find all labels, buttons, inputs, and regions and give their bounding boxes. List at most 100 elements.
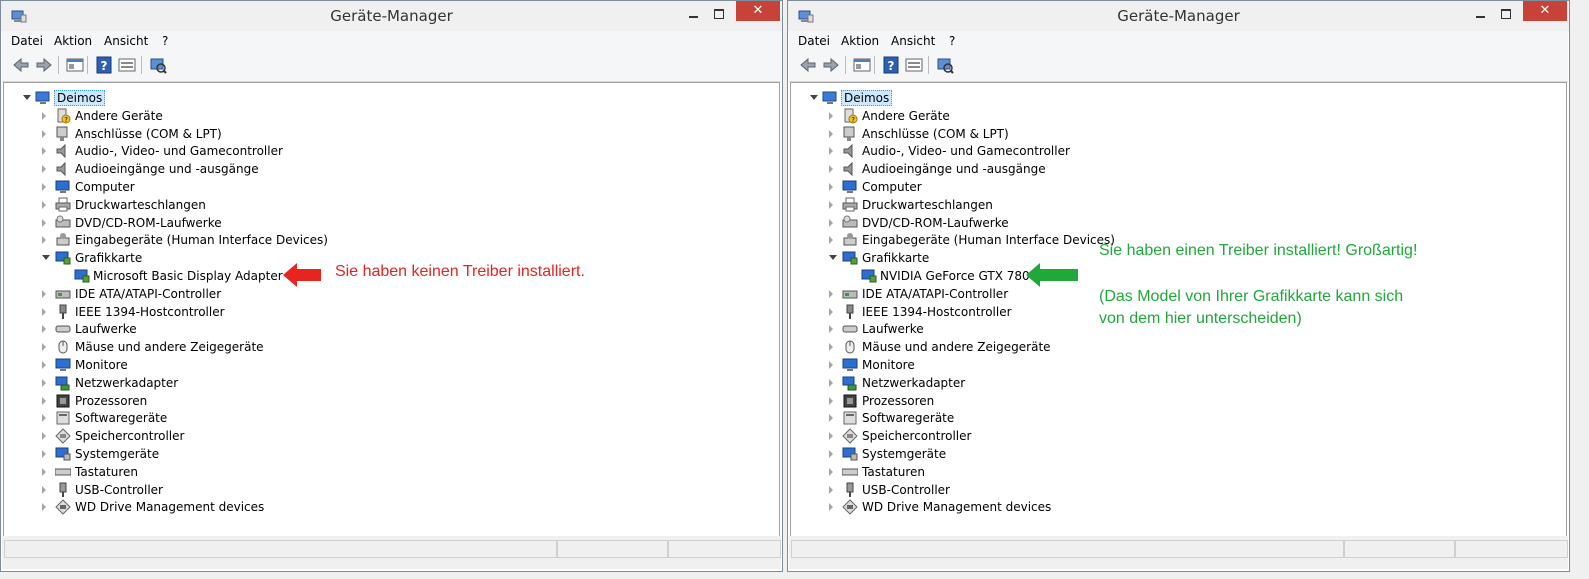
- tree-category[interactable]: Systemgeräte: [791, 445, 1191, 463]
- menu-help[interactable]: ?: [949, 34, 955, 48]
- expand-arrow[interactable]: [829, 147, 833, 156]
- expand-arrow[interactable]: [829, 503, 833, 512]
- scan-hardware-button[interactable]: [936, 56, 954, 74]
- expand-arrow[interactable]: [42, 378, 46, 387]
- minimize-button[interactable]: [680, 4, 706, 24]
- expand-arrow[interactable]: [42, 343, 46, 352]
- expand-arrow[interactable]: [42, 307, 46, 316]
- expand-arrow[interactable]: [42, 450, 46, 458]
- expand-arrow[interactable]: [42, 396, 46, 405]
- tree-category[interactable]: Computer: [4, 178, 404, 196]
- tree-category[interactable]: Mäuse und andere Zeigegeräte: [791, 338, 1191, 356]
- expand-arrow[interactable]: [42, 289, 46, 298]
- tree-category[interactable]: Anschlüsse (COM & LPT): [4, 125, 404, 143]
- close-button[interactable]: ✕: [736, 1, 780, 21]
- tree-category[interactable]: Systemgeräte: [4, 445, 404, 463]
- expand-arrow[interactable]: [829, 450, 833, 458]
- menu-aktion[interactable]: Aktion: [841, 34, 879, 48]
- tree-category[interactable]: Monitore: [4, 356, 404, 374]
- expand-arrow[interactable]: [42, 129, 46, 138]
- expand-arrow[interactable]: [829, 236, 833, 245]
- tree-category[interactable]: Anschlüsse (COM & LPT): [791, 125, 1191, 143]
- menu-ansicht[interactable]: Ansicht: [891, 34, 935, 48]
- tree-category[interactable]: Softwaregeräte: [791, 409, 1191, 427]
- expand-arrow[interactable]: [829, 129, 833, 138]
- expand-arrow[interactable]: [829, 325, 833, 334]
- tree-category[interactable]: Speichercontroller: [791, 427, 1191, 445]
- tree-category[interactable]: WD Drive Management devices: [4, 498, 404, 516]
- expand-arrow[interactable]: [42, 361, 46, 369]
- tree-category[interactable]: DVD/CD-ROM-Laufwerke: [791, 214, 1191, 232]
- tree-category[interactable]: IEEE 1394-Hostcontroller: [4, 303, 404, 321]
- back-button[interactable]: [12, 56, 30, 74]
- expand-arrow[interactable]: [829, 378, 833, 387]
- tree-category[interactable]: Audio-, Video- und Gamecontroller: [4, 142, 404, 160]
- tree-category[interactable]: Druckwarteschlangen: [4, 196, 404, 214]
- tree-category[interactable]: Netzwerkadapter: [791, 374, 1191, 392]
- tree-category[interactable]: Speichercontroller: [4, 427, 404, 445]
- expand-arrow[interactable]: [829, 485, 833, 494]
- expand-arrow[interactable]: [42, 218, 46, 227]
- tree-category[interactable]: Computer: [791, 178, 1191, 196]
- tree-category[interactable]: DVD/CD-ROM-Laufwerke: [4, 214, 404, 232]
- collapse-arrow[interactable]: [42, 255, 50, 261]
- expand-arrow[interactable]: [829, 218, 833, 227]
- back-button[interactable]: [799, 56, 817, 74]
- properties-button[interactable]: [66, 56, 84, 74]
- tree-category[interactable]: Tastaturen: [791, 463, 1191, 481]
- expand-arrow[interactable]: [23, 95, 31, 100]
- menu-ansicht[interactable]: Ansicht: [104, 34, 148, 48]
- maximize-button[interactable]: [706, 4, 732, 24]
- expand-arrow[interactable]: [829, 183, 833, 191]
- tree-category[interactable]: Monitore: [791, 356, 1191, 374]
- properties-button[interactable]: [853, 56, 871, 74]
- expand-arrow[interactable]: [42, 503, 46, 512]
- minimize-button[interactable]: [1467, 4, 1493, 24]
- tree-category[interactable]: Audioeingänge und -ausgänge: [791, 160, 1191, 178]
- expand-arrow[interactable]: [829, 396, 833, 405]
- tree-category[interactable]: WD Drive Management devices: [791, 498, 1191, 516]
- tree-category[interactable]: Prozessoren: [4, 392, 404, 410]
- expand-arrow[interactable]: [829, 200, 833, 209]
- maximize-button[interactable]: [1493, 4, 1519, 24]
- tree-category[interactable]: IDE ATA/ATAPI-Controller: [4, 285, 404, 303]
- expand-arrow[interactable]: [42, 467, 46, 476]
- expand-arrow[interactable]: [829, 361, 833, 369]
- expand-arrow[interactable]: [829, 432, 833, 441]
- expand-arrow[interactable]: [42, 325, 46, 334]
- view-button[interactable]: [905, 56, 923, 74]
- expand-arrow[interactable]: [42, 432, 46, 441]
- tree-category[interactable]: Laufwerke: [4, 320, 404, 338]
- expand-arrow[interactable]: [829, 111, 833, 120]
- tree-category[interactable]: USB-Controller: [4, 481, 404, 499]
- tree-category[interactable]: Audio-, Video- und Gamecontroller: [791, 142, 1191, 160]
- expand-arrow[interactable]: [42, 236, 46, 245]
- expand-arrow[interactable]: [810, 95, 818, 100]
- expand-arrow[interactable]: [829, 414, 833, 423]
- view-button[interactable]: [118, 56, 136, 74]
- help-button[interactable]: ?: [95, 56, 113, 74]
- expand-arrow[interactable]: [42, 485, 46, 494]
- tree-category[interactable]: Eingabegeräte (Human Interface Devices): [4, 231, 404, 249]
- tree-category[interactable]: Netzwerkadapter: [4, 374, 404, 392]
- expand-arrow[interactable]: [42, 183, 46, 191]
- tree-category[interactable]: ? Andere Geräte: [791, 107, 1191, 125]
- forward-button[interactable]: [822, 56, 840, 74]
- menu-help[interactable]: ?: [162, 34, 168, 48]
- menu-datei[interactable]: Datei: [11, 34, 43, 48]
- expand-arrow[interactable]: [829, 467, 833, 476]
- tree-category[interactable]: Softwaregeräte: [4, 409, 404, 427]
- tree-category[interactable]: Druckwarteschlangen: [791, 196, 1191, 214]
- tree-category[interactable]: USB-Controller: [791, 481, 1191, 499]
- tree-category[interactable]: ? Andere Geräte: [4, 107, 404, 125]
- expand-arrow[interactable]: [829, 307, 833, 316]
- help-button[interactable]: ?: [882, 56, 900, 74]
- expand-arrow[interactable]: [42, 165, 46, 174]
- expand-arrow[interactable]: [42, 111, 46, 120]
- menu-aktion[interactable]: Aktion: [54, 34, 92, 48]
- tree-root[interactable]: Deimos: [4, 89, 404, 107]
- tree-category[interactable]: Mäuse und andere Zeigegeräte: [4, 338, 404, 356]
- expand-arrow[interactable]: [829, 289, 833, 298]
- expand-arrow[interactable]: [829, 343, 833, 352]
- forward-button[interactable]: [35, 56, 53, 74]
